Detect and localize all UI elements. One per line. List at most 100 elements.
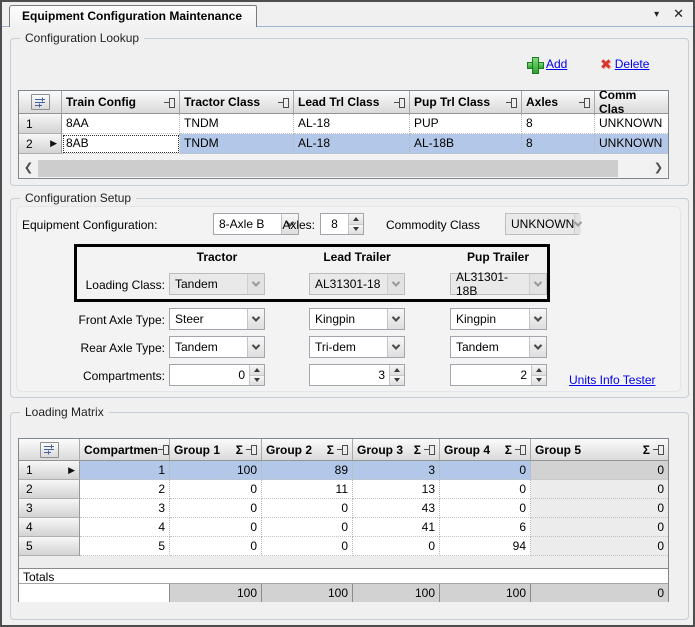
pin-icon[interactable] [158, 445, 169, 454]
column-header-train-config[interactable]: Train Config [62, 91, 180, 114]
chevron-down-icon[interactable] [247, 337, 264, 357]
spinner-value[interactable]: 2 [451, 365, 531, 385]
cell-group-2[interactable]: 0 [262, 518, 353, 537]
tab-equipment-configuration-maintenance[interactable]: Equipment Configuration Maintenance [9, 5, 257, 27]
cell-group-5[interactable]: 0 [531, 518, 668, 537]
row-header[interactable]: 1▶ [19, 461, 80, 480]
column-header-compartment[interactable]: Compartmen [80, 439, 170, 461]
units-info-tester-link[interactable]: Units Info Tester [569, 373, 655, 387]
spin-down-icon[interactable] [532, 376, 546, 386]
column-header-group-5[interactable]: Group 5Σ [531, 439, 668, 461]
column-header-group-3[interactable]: Group 3Σ [353, 439, 440, 461]
scrollbar-thumb[interactable] [38, 160, 618, 177]
pin-icon[interactable] [653, 445, 664, 454]
spin-up-icon[interactable] [532, 365, 546, 376]
cell-tractor-class[interactable]: TNDM [180, 134, 294, 154]
cell-compartment[interactable]: 1 [80, 461, 170, 480]
pin-icon[interactable] [579, 98, 590, 107]
column-customize-icon[interactable] [31, 94, 50, 110]
tab-list-dropdown-icon[interactable]: ▾ [654, 9, 659, 20]
matrix-row-4[interactable]: 4 4 0 0 41 6 0 [19, 518, 668, 537]
cell-lead-trl-class[interactable]: AL-18 [294, 134, 410, 154]
sum-icon[interactable]: Σ [505, 443, 515, 457]
column-header-axles[interactable]: Axles [522, 91, 595, 114]
cell-compartment[interactable]: 3 [80, 499, 170, 518]
add-link-label[interactable]: Add [546, 57, 567, 71]
cell-compartment[interactable]: 4 [80, 518, 170, 537]
cell-group-3[interactable]: 13 [353, 480, 440, 499]
sum-icon[interactable]: Σ [643, 443, 653, 457]
pin-icon[interactable] [394, 98, 405, 107]
front-axle-tractor-combo[interactable]: Steer [169, 308, 265, 330]
chevron-down-icon[interactable] [529, 309, 546, 329]
close-icon[interactable]: ✕ [673, 6, 684, 22]
matrix-row-1-selected[interactable]: 1▶ 1 100 89 3 0 0 [19, 461, 668, 480]
delete-link-label[interactable]: Delete [615, 57, 650, 71]
row-header[interactable]: 5 [19, 537, 80, 556]
chevron-down-icon[interactable] [387, 337, 404, 357]
sum-icon[interactable]: Σ [327, 443, 337, 457]
column-header-tractor-class[interactable]: Tractor Class [180, 91, 294, 114]
cell-group-3[interactable]: 43 [353, 499, 440, 518]
row-header[interactable]: 2 [19, 480, 80, 499]
cell-axles[interactable]: 8 [522, 114, 595, 134]
cell-group-3[interactable]: 41 [353, 518, 440, 537]
compartments-pup-spinner[interactable]: 2 [450, 364, 547, 386]
cell-group-4[interactable]: 0 [440, 499, 531, 518]
cell-train-config-focused[interactable]: 8AB [62, 134, 180, 154]
spin-up-icon[interactable] [349, 214, 363, 225]
lookup-row-2-selected[interactable]: 2▶ 8AB TNDM AL-18 AL-18B 8 UNKNOWN [19, 134, 668, 154]
horizontal-scrollbar[interactable]: ❮ ❯ [20, 160, 667, 177]
column-header-comm-class[interactable]: Comm Clas [595, 91, 668, 114]
cell-group-2[interactable]: 0 [262, 499, 353, 518]
cell-group-1[interactable]: 0 [170, 518, 262, 537]
column-header-pup-trl-class[interactable]: Pup Trl Class [410, 91, 522, 114]
spin-up-icon[interactable] [390, 365, 404, 376]
cell-group-2[interactable]: 11 [262, 480, 353, 499]
scroll-right-icon[interactable]: ❯ [650, 160, 667, 177]
compartments-tractor-spinner[interactable]: 0 [169, 364, 265, 386]
compartments-lead-spinner[interactable]: 3 [309, 364, 405, 386]
chevron-down-icon[interactable] [387, 309, 404, 329]
column-header-group-4[interactable]: Group 4Σ [440, 439, 531, 461]
cell-tractor-class[interactable]: TNDM [180, 114, 294, 134]
cell-group-3[interactable]: 0 [353, 537, 440, 556]
chevron-down-icon[interactable] [247, 309, 264, 329]
cell-train-config[interactable]: 8AA [62, 114, 180, 134]
rear-axle-pup-combo[interactable]: Tandem [450, 336, 547, 358]
spin-up-icon[interactable] [250, 365, 264, 376]
axles-spinner[interactable]: 8 [320, 213, 364, 235]
matrix-corner-cell[interactable] [19, 439, 80, 461]
row-header[interactable]: 4 [19, 518, 80, 537]
spinner-value[interactable]: 8 [321, 214, 348, 234]
row-header[interactable]: 2▶ [19, 134, 62, 154]
cell-group-4[interactable]: 94 [440, 537, 531, 556]
column-header-lead-trl-class[interactable]: Lead Trl Class [294, 91, 410, 114]
spinner-value[interactable]: 3 [310, 365, 389, 385]
sum-icon[interactable]: Σ [236, 443, 246, 457]
units-info-tester-label[interactable]: Units Info Tester [569, 373, 655, 387]
pin-icon[interactable] [337, 445, 348, 454]
spin-down-icon[interactable] [390, 376, 404, 386]
cell-group-2[interactable]: 89 [262, 461, 353, 480]
pin-icon[interactable] [515, 445, 526, 454]
scroll-left-icon[interactable]: ❮ [20, 160, 37, 177]
matrix-row-5[interactable]: 5 5 0 0 0 94 0 [19, 537, 668, 556]
pin-icon[interactable] [424, 445, 435, 454]
chevron-down-icon[interactable] [529, 337, 546, 357]
add-link[interactable]: Add [526, 54, 567, 74]
pin-icon[interactable] [246, 445, 257, 454]
cell-group-1[interactable]: 100 [170, 461, 262, 480]
cell-group-1[interactable]: 0 [170, 537, 262, 556]
lookup-row-1[interactable]: 1 8AA TNDM AL-18 PUP 8 UNKNOWN [19, 114, 668, 134]
matrix-row-2[interactable]: 2 2 0 11 13 0 0 [19, 480, 668, 499]
pin-icon[interactable] [164, 98, 175, 107]
cell-group-5[interactable]: 0 [531, 480, 668, 499]
row-header[interactable]: 1 [19, 114, 62, 134]
cell-compartment[interactable]: 2 [80, 480, 170, 499]
cell-group-3[interactable]: 3 [353, 461, 440, 480]
row-header[interactable]: 3 [19, 499, 80, 518]
cell-group-4[interactable]: 0 [440, 480, 531, 499]
cell-group-4[interactable]: 0 [440, 461, 531, 480]
rear-axle-tractor-combo[interactable]: Tandem [169, 336, 265, 358]
